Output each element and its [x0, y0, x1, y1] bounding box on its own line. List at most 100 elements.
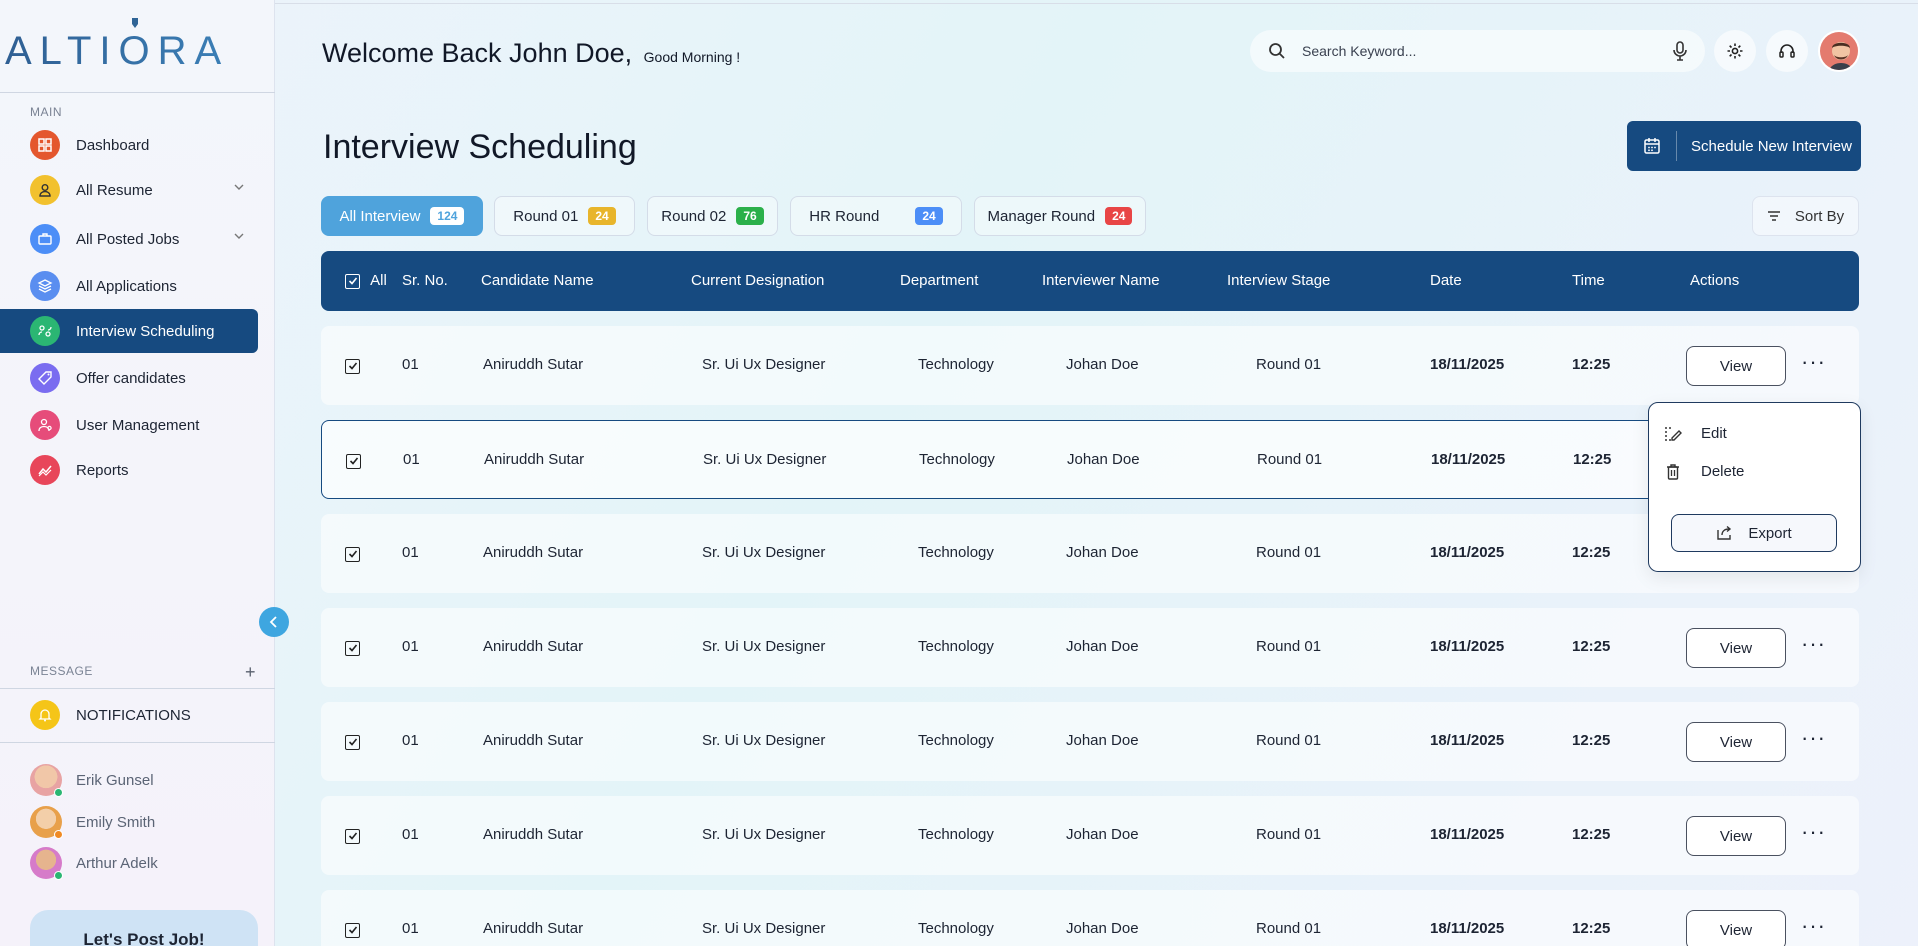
sidebar-item-all-applications[interactable]: All Applications: [0, 264, 258, 308]
table-row[interactable]: 01 Aniruddh Sutar Sr. Ui Ux Designer Tec…: [321, 890, 1859, 946]
view-button[interactable]: View: [1686, 346, 1786, 386]
cell-date: 18/11/2025: [1430, 732, 1505, 749]
welcome-message: Welcome Back John Doe, Good Morning !: [322, 38, 740, 69]
cell-time: 12:25: [1572, 356, 1611, 373]
contact-name: Arthur Adelk: [76, 854, 158, 872]
view-button[interactable]: View: [1686, 910, 1786, 946]
sort-by-button[interactable]: Sort By: [1752, 196, 1859, 236]
user-icon: [30, 175, 60, 205]
chevron-left-icon: [269, 616, 277, 628]
column-header-interview-stage: Interview Stage: [1227, 272, 1331, 289]
away-status-dot: [54, 830, 63, 839]
cell-sr-no: 01: [402, 826, 419, 843]
avatar: [30, 847, 63, 880]
add-message-button[interactable]: +: [245, 662, 256, 683]
post-job-label: Let's Post Job!: [83, 930, 205, 946]
more-options-icon[interactable]: ···: [1801, 821, 1826, 843]
select-all-checkbox[interactable]: [345, 273, 360, 289]
notifications-item[interactable]: NOTIFICATIONS: [30, 700, 191, 730]
chevron-down-icon[interactable]: [234, 231, 244, 241]
edit-menu-item[interactable]: Edit: [1663, 425, 1727, 442]
cell-interviewer-name: Johan Doe: [1066, 638, 1139, 655]
more-options-icon[interactable]: ···: [1801, 915, 1826, 937]
contact-item[interactable]: Erik Gunsel: [30, 764, 154, 797]
view-button[interactable]: View: [1686, 722, 1786, 762]
tab-label: Round 01: [513, 207, 579, 225]
sidebar-item-all-resume[interactable]: All Resume: [0, 168, 258, 212]
delete-menu-item[interactable]: Delete: [1663, 463, 1744, 480]
settings-button[interactable]: [1714, 30, 1756, 72]
support-button[interactable]: [1766, 30, 1808, 72]
tab-label: All Interview: [339, 207, 421, 225]
cell-department: Technology: [919, 451, 995, 468]
microphone-icon[interactable]: [1673, 41, 1687, 61]
tab-label: Round 02: [661, 207, 727, 225]
row-select-checkbox[interactable]: [345, 545, 360, 562]
cell-date: 18/11/2025: [1430, 826, 1505, 843]
cell-interview-stage: Round 01: [1256, 920, 1322, 937]
bell-icon: [30, 700, 60, 730]
more-options-icon[interactable]: ···: [1801, 727, 1826, 749]
sidebar-item-all-posted-jobs[interactable]: All Posted Jobs: [0, 217, 258, 261]
delete-label: Delete: [1701, 463, 1745, 480]
table-row[interactable]: 01 Aniruddh Sutar Sr. Ui Ux Designer Tec…: [321, 796, 1859, 875]
chevron-down-icon[interactable]: [234, 182, 244, 192]
sidebar-item-offer-candidates[interactable]: Offer candidates: [0, 356, 258, 400]
cell-interviewer-name: Johan Doe: [1066, 826, 1139, 843]
view-button[interactable]: View: [1686, 816, 1786, 856]
sidebar-item-user-management[interactable]: User Management: [0, 403, 258, 447]
tab-round-02[interactable]: Round 02 76: [647, 196, 778, 236]
tab-manager-round[interactable]: Manager Round 24: [974, 196, 1146, 236]
cell-interview-stage: Round 01: [1256, 638, 1322, 655]
more-options-icon[interactable]: ···: [1801, 633, 1826, 655]
tab-round-01[interactable]: Round 01 24: [494, 196, 635, 236]
search-icon[interactable]: [1268, 42, 1286, 60]
column-header-current-designation: Current Designation: [691, 272, 825, 289]
row-select-checkbox[interactable]: [345, 639, 360, 656]
table-row[interactable]: 01 Aniruddh Sutar Sr. Ui Ux Designer Tec…: [321, 420, 1859, 499]
page-title: Interview Scheduling: [323, 128, 637, 166]
post-job-card[interactable]: Let's Post Job!: [30, 910, 258, 946]
row-select-checkbox[interactable]: [345, 733, 360, 750]
row-select-checkbox[interactable]: [345, 921, 360, 938]
contact-item[interactable]: Arthur Adelk: [30, 847, 158, 880]
sidebar-item-interview-scheduling[interactable]: Interview Scheduling: [0, 309, 258, 353]
cell-sr-no: 01: [403, 451, 420, 468]
contact-name: Emily Smith: [76, 813, 156, 831]
select-all-control[interactable]: All: [345, 272, 387, 289]
more-options-icon[interactable]: ···: [1801, 351, 1826, 373]
table-row[interactable]: 01 Aniruddh Sutar Sr. Ui Ux Designer Tec…: [321, 514, 1859, 593]
row-select-checkbox[interactable]: [345, 357, 360, 374]
sidebar-item-label: Offer candidates: [76, 369, 186, 387]
contact-item[interactable]: Emily Smith: [30, 806, 156, 839]
schedule-button-label: Schedule New Interview: [1691, 137, 1852, 155]
search-input[interactable]: [1302, 43, 1673, 59]
altiora-logo[interactable]: ALTIORA: [5, 12, 267, 70]
view-button[interactable]: View: [1686, 628, 1786, 668]
tab-hr-round[interactable]: HR Round 24: [790, 196, 962, 236]
export-icon: [1717, 525, 1732, 540]
column-header-department: Department: [900, 272, 979, 289]
export-button[interactable]: Export: [1671, 514, 1837, 552]
schedule-new-interview-button[interactable]: Schedule New Interview: [1627, 121, 1861, 171]
cell-designation: Sr. Ui Ux Designer: [703, 451, 827, 468]
cell-candidate-name: Aniruddh Sutar: [483, 638, 584, 655]
avatar: [30, 764, 63, 797]
table-row[interactable]: 01 Aniruddh Sutar Sr. Ui Ux Designer Tec…: [321, 702, 1859, 781]
table-row[interactable]: 01 Aniruddh Sutar Sr. Ui Ux Designer Tec…: [321, 326, 1859, 405]
tab-all-interview[interactable]: All Interview 124: [321, 196, 483, 236]
sidebar-item-dashboard[interactable]: Dashboard: [0, 123, 258, 167]
collapse-sidebar-button[interactable]: [259, 607, 289, 637]
row-select-checkbox[interactable]: [346, 452, 361, 469]
cell-time: 12:25: [1572, 826, 1611, 843]
row-context-menu: Edit Delete Export: [1648, 402, 1861, 572]
trash-icon: [1663, 463, 1683, 480]
profile-avatar[interactable]: [1818, 30, 1860, 72]
cell-interviewer-name: Johan Doe: [1066, 920, 1139, 937]
welcome-text: Welcome Back John Doe,: [322, 38, 633, 68]
row-select-checkbox[interactable]: [345, 827, 360, 844]
table-row[interactable]: 01 Aniruddh Sutar Sr. Ui Ux Designer Tec…: [321, 608, 1859, 687]
cell-candidate-name: Aniruddh Sutar: [484, 451, 585, 468]
sidebar-item-reports[interactable]: Reports: [0, 448, 258, 492]
sidebar-item-label: User Management: [76, 416, 200, 434]
